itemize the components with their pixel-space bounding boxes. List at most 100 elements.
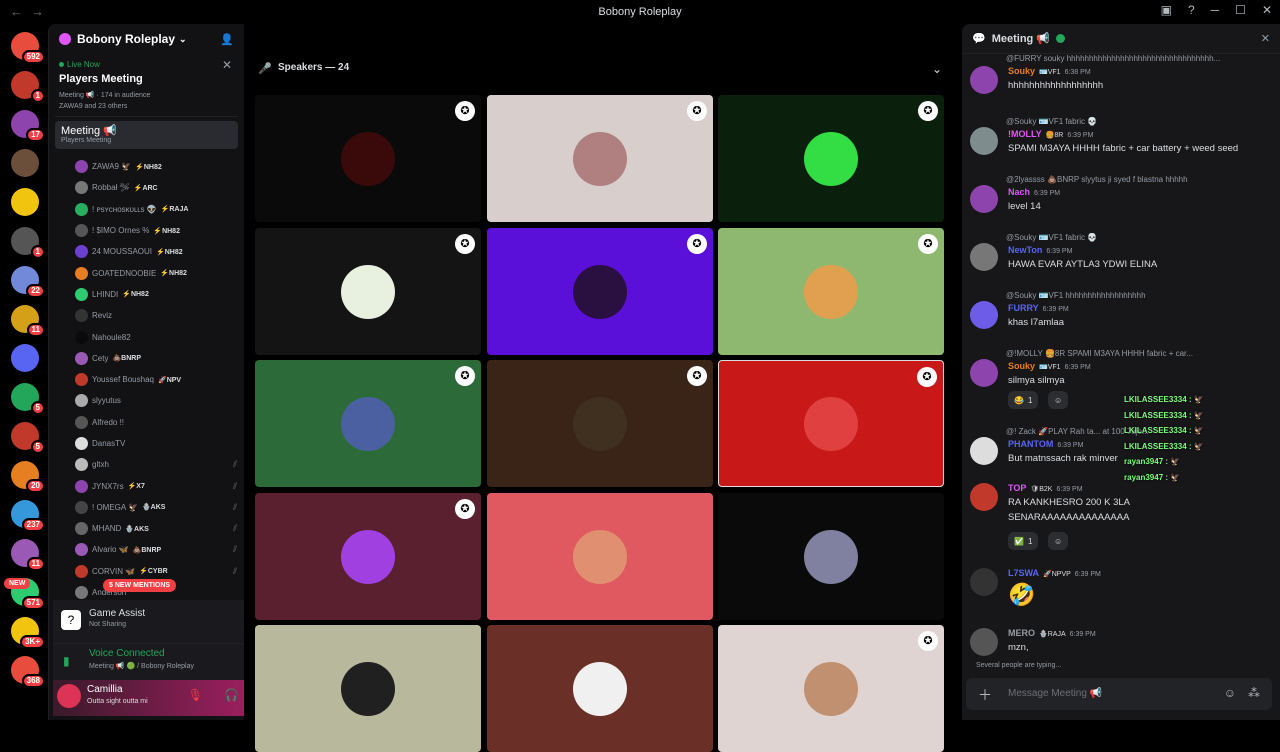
close-window-icon[interactable]: ✕ [1262, 3, 1272, 17]
speaker-tile[interactable]: ✪ [255, 493, 481, 620]
speaker-tile[interactable]: ✪ [718, 360, 944, 487]
server-icon[interactable]: 5 [11, 422, 45, 454]
voice-member[interactable]: JYNX7rs ⚡X7 ⫽ [75, 475, 237, 496]
server-icon[interactable]: 368 [11, 656, 45, 688]
server-icon[interactable]: 1 [11, 71, 45, 103]
voice-channel-meeting[interactable]: Meeting 📢 Players Meeting [55, 121, 238, 149]
speaker-tile[interactable]: ✪ [718, 95, 944, 222]
voice-member[interactable]: Alfredo !! [75, 412, 237, 433]
speaker-tile[interactable] [718, 493, 944, 620]
speaker-tile[interactable] [255, 625, 481, 752]
avatar[interactable] [970, 483, 998, 511]
voice-member[interactable]: ! ᴘsʏᴄʜᴏsᴋᴜʟʟs 👽 ⚡RAJA [75, 199, 237, 220]
server-icon[interactable]: 5 [11, 383, 45, 415]
close-icon[interactable]: ✕ [222, 58, 232, 72]
voice-member[interactable]: gltxh ⫽ [75, 454, 237, 475]
reply-preview[interactable]: @!MOLLY 🍔8R SPAMI M3AYA HHHH fabric + ca… [1006, 349, 1266, 358]
speaker-tile[interactable] [487, 625, 713, 752]
speaker-tile[interactable] [487, 493, 713, 620]
server-icon[interactable]: 592 [11, 32, 45, 64]
speaker-tile[interactable]: ✪ [487, 360, 713, 487]
voice-member[interactable]: Alvario 🦋 💩BNRP ⫽ [75, 539, 237, 560]
server-icon[interactable]: 237 [11, 500, 45, 532]
author-name[interactable]: TOP [1008, 483, 1026, 493]
avatar[interactable] [970, 568, 998, 596]
voice-member[interactable]: LHINDI ⚡NH82 [75, 284, 237, 305]
inbox-icon[interactable]: ▣ [1161, 3, 1172, 17]
voice-member[interactable]: Robbał 🛩 ⚡ARC [75, 177, 237, 198]
avatar[interactable] [970, 359, 998, 387]
author-name[interactable]: Souky [1008, 361, 1035, 371]
chevron-down-icon[interactable]: ⌄ [932, 62, 942, 76]
server-icon[interactable] [11, 188, 39, 216]
headphones-icon[interactable]: 🎧 [224, 688, 239, 702]
server-icon[interactable]: 11 [11, 539, 45, 571]
voice-member[interactable]: 24 MOUSSAOUI ⚡NH82 [75, 241, 237, 262]
avatar[interactable] [970, 185, 998, 213]
speaker-tile[interactable]: ✪ [255, 95, 481, 222]
mic-muted-icon[interactable]: 🎙 [188, 688, 203, 702]
add-reaction-button[interactable]: ☺ [1048, 532, 1069, 550]
speaker-tile[interactable]: ✪ [487, 228, 713, 355]
server-icon[interactable]: 1 [11, 227, 45, 259]
speaker-tile[interactable]: ✪ [255, 360, 481, 487]
server-icon[interactable]: 3K+ [11, 617, 45, 649]
server-icon[interactable]: 20 [11, 461, 45, 493]
author-name[interactable]: MERO [1008, 628, 1035, 638]
reply-preview[interactable]: @Souky 🪪VF1 hhhhhhhhhhhhhhhhhh [1006, 291, 1266, 300]
author-name[interactable]: Nach [1008, 187, 1030, 197]
reply-preview[interactable]: @Souky 🪪VF1 fabric 💀 [1006, 233, 1266, 242]
voice-member[interactable]: Cety 💩BNRP [75, 348, 237, 369]
avatar[interactable] [970, 66, 998, 94]
speaker-tile[interactable]: ✪ [255, 228, 481, 355]
author-name[interactable]: NewTon [1008, 245, 1042, 255]
author-name[interactable]: FURRY [1008, 303, 1039, 313]
speaker-tile[interactable]: ✪ [487, 95, 713, 222]
add-member-icon[interactable]: 👤 [220, 33, 234, 46]
apps-icon[interactable]: ⁂ [1248, 686, 1260, 700]
reply-preview[interactable]: @2lyassss 💩BNRP slyytus ji syed f blastn… [1006, 175, 1266, 184]
maximize-icon[interactable]: ☐ [1235, 3, 1246, 17]
voice-member[interactable]: Youssef Boushaq 🚀NPV [75, 369, 237, 390]
avatar[interactable] [970, 127, 998, 155]
reaction-chip[interactable]: 😂 1 [1008, 391, 1039, 409]
reply-preview[interactable]: @Souky 🪪VF1 fabric 💀 [1006, 117, 1266, 126]
speaker-tile[interactable]: ✪ [718, 228, 944, 355]
server-icon[interactable] [11, 149, 39, 177]
voice-member[interactable]: slyyutus [75, 390, 237, 411]
message-input[interactable]: Message Meeting 📢 [1008, 688, 1102, 699]
help-icon[interactable]: ? [1188, 3, 1195, 17]
author-name[interactable]: L7SWA [1008, 568, 1039, 578]
close-icon[interactable]: ✕ [1261, 32, 1270, 45]
avatar[interactable] [970, 301, 998, 329]
server-icon[interactable]: 11 [11, 305, 45, 337]
voice-member[interactable]: ! $IMO Ornes % ⚡NH82 [75, 220, 237, 241]
add-reaction-button[interactable]: ☺ [1048, 391, 1069, 409]
avatar[interactable] [970, 243, 998, 271]
new-mentions-button[interactable]: 5 NEW MENTIONS [103, 579, 177, 592]
guild-header[interactable]: Bobony Roleplay ⌄ 👤 [49, 24, 244, 54]
server-icon[interactable]: 22 [11, 266, 45, 298]
emoji-icon[interactable]: ☺ [1224, 686, 1236, 700]
message-composer[interactable]: ＋ Message Meeting 📢 ☺ ⁂ [966, 678, 1272, 710]
author-name[interactable]: !MOLLY [1008, 129, 1042, 139]
reaction-chip[interactable]: ✅ 1 [1008, 532, 1039, 550]
voice-member[interactable]: MHAND 🪬AKS ⫽ [75, 518, 237, 539]
avatar[interactable] [970, 628, 998, 656]
avatar[interactable] [57, 684, 81, 708]
speaker-tile[interactable]: ✪ [718, 625, 944, 752]
voice-member[interactable]: ZAWA9 🦅 ⚡NH82 [75, 156, 237, 177]
server-icon[interactable] [11, 344, 39, 372]
voice-member[interactable]: GOATEDNOOBIE ⚡NH82 [75, 262, 237, 283]
author-name[interactable]: PHANTOM [1008, 439, 1053, 449]
server-icon[interactable]: 17 [11, 110, 45, 142]
add-attachment-icon[interactable]: ＋ [978, 685, 992, 705]
voice-member[interactable]: Nahoule82 [75, 326, 237, 347]
voice-member[interactable]: ! OMEGA 🦅 🪬AKS ⫽ [75, 497, 237, 518]
minimize-icon[interactable]: ─ [1211, 3, 1220, 17]
avatar[interactable] [970, 437, 998, 465]
author-name[interactable]: Souky [1008, 66, 1035, 76]
voice-member[interactable]: DanasTV [75, 433, 237, 454]
live-now-card[interactable]: Live Now Players Meeting Meeting 📢 · 174… [55, 54, 238, 117]
voice-member[interactable]: Reviz [75, 305, 237, 326]
